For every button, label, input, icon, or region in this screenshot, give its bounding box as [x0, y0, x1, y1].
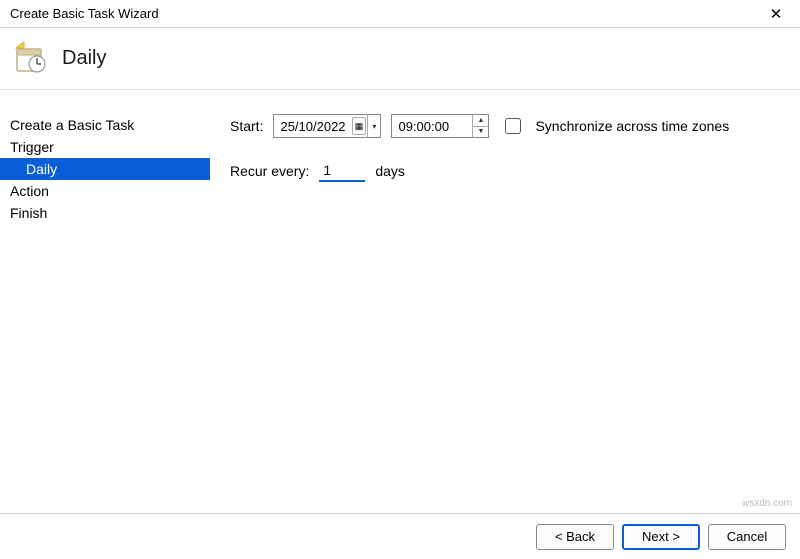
start-date-value: 25/10/2022	[274, 119, 351, 134]
chevron-down-icon[interactable]: ▾	[367, 115, 380, 137]
wizard-content: Start: 25/10/2022 ▦ ▾ 09:00:00 ▲ ▼ Synch…	[210, 90, 800, 513]
wizard-body: Create a Basic TaskTriggerDailyActionFin…	[0, 90, 800, 513]
wizard-steps-sidebar: Create a Basic TaskTriggerDailyActionFin…	[0, 90, 210, 513]
back-button[interactable]: < Back	[536, 524, 614, 550]
sync-label: Synchronize across time zones	[535, 118, 729, 134]
recur-label: Recur every:	[230, 163, 309, 179]
wizard-footer: < Back Next > Cancel	[0, 513, 800, 559]
window-title: Create Basic Task Wizard	[10, 6, 159, 21]
start-date-input[interactable]: 25/10/2022 ▦ ▾	[273, 114, 381, 138]
start-label: Start:	[230, 118, 263, 134]
start-time-input[interactable]: 09:00:00 ▲ ▼	[391, 114, 489, 138]
recur-days-input[interactable]	[319, 160, 365, 182]
sync-checkbox[interactable]	[505, 118, 521, 134]
recur-row: Recur every: days	[230, 160, 790, 182]
sidebar-step-2[interactable]: Daily	[0, 158, 210, 180]
chevron-up-icon[interactable]: ▲	[473, 115, 488, 127]
calendar-icon[interactable]: ▦	[352, 117, 367, 135]
calendar-clock-icon	[14, 42, 48, 76]
watermark: wsxdn.com	[742, 498, 792, 509]
start-row: Start: 25/10/2022 ▦ ▾ 09:00:00 ▲ ▼ Synch…	[230, 114, 790, 138]
titlebar: Create Basic Task Wizard ✕	[0, 0, 800, 28]
time-spinner[interactable]: ▲ ▼	[472, 115, 488, 137]
close-button[interactable]: ✕	[760, 3, 792, 25]
chevron-down-icon[interactable]: ▼	[473, 127, 488, 138]
cancel-button[interactable]: Cancel	[708, 524, 786, 550]
start-time-value: 09:00:00	[392, 119, 472, 134]
sidebar-step-1[interactable]: Trigger	[0, 136, 210, 158]
wizard-header: Daily	[0, 28, 800, 90]
sidebar-step-4[interactable]: Finish	[0, 202, 210, 224]
next-button[interactable]: Next >	[622, 524, 700, 550]
sidebar-step-0[interactable]: Create a Basic Task	[0, 114, 210, 136]
page-title: Daily	[62, 47, 106, 70]
sidebar-step-3[interactable]: Action	[0, 180, 210, 202]
recur-unit-label: days	[375, 163, 405, 179]
close-icon: ✕	[770, 5, 783, 23]
